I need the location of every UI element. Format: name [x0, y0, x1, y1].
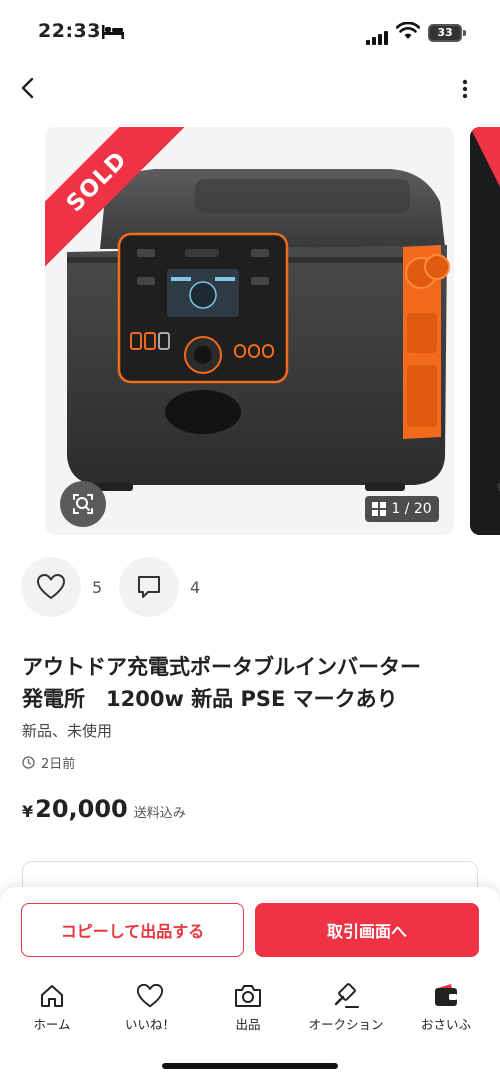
- copy-listing-button[interactable]: コピーして出品する: [21, 903, 244, 957]
- tab-sell[interactable]: 出品: [198, 982, 298, 1033]
- product-photo[interactable]: SOLD: [45, 127, 454, 535]
- photo-counter-text: 1 / 20: [391, 501, 432, 517]
- tab-likes[interactable]: いいね！: [100, 982, 200, 1033]
- like-button[interactable]: [21, 557, 81, 617]
- like-count: 5: [92, 578, 103, 597]
- next-photo-thumbnail: [470, 127, 500, 535]
- price-currency: ¥: [22, 802, 34, 821]
- more-options-button[interactable]: [456, 78, 474, 100]
- photo-counter[interactable]: 1 / 20: [365, 496, 439, 522]
- tab-wallet-label: おさいふ: [420, 1017, 471, 1032]
- camera-icon: [235, 985, 261, 1007]
- wallet-icon: [435, 984, 457, 1006]
- posted-time-text: 2日前: [41, 757, 76, 772]
- item-condition: 新品、未使用: [22, 722, 113, 740]
- comment-button[interactable]: [119, 557, 179, 617]
- go-to-transaction-button[interactable]: 取引画面へ: [255, 903, 479, 957]
- clock-icon: [22, 756, 35, 769]
- home-indicator: [162, 1063, 338, 1069]
- tab-sell-label: 出品: [235, 1017, 261, 1032]
- next-photo-preview[interactable]: [470, 127, 500, 535]
- item-detail-screen: 22:33 33 SOLD 1 / 20 5 4 アウトドア充電式ポータブルイン…: [0, 0, 500, 1080]
- status-time: 22:33: [38, 20, 101, 42]
- shipping-included: 送料込み: [133, 806, 186, 821]
- comment-icon: [138, 576, 160, 598]
- sleep-bed-icon: [102, 25, 124, 39]
- tab-likes-label: いいね！: [124, 1017, 175, 1032]
- gavel-icon: [334, 983, 359, 1008]
- tab-home[interactable]: ホーム: [2, 982, 102, 1033]
- wifi-icon: [396, 22, 420, 39]
- tab-home-label: ホーム: [33, 1017, 71, 1032]
- price-value: 20,000: [35, 795, 128, 823]
- image-search-icon: [73, 494, 93, 514]
- price: ¥ 20,000 送料込み: [22, 795, 186, 823]
- item-title: アウトドア充電式ポータブルインバーター 発電所 1200w 新品 PSE マーク…: [22, 651, 482, 715]
- heart-icon: [136, 983, 164, 1008]
- image-search-button[interactable]: [60, 481, 106, 527]
- cellular-signal-icon: [366, 26, 390, 45]
- tab-wallet[interactable]: おさいふ: [396, 982, 496, 1033]
- battery-tip: [463, 30, 466, 36]
- tab-auction[interactable]: オークション: [296, 982, 396, 1033]
- tab-auction-label: オークション: [308, 1017, 384, 1032]
- back-button[interactable]: [18, 76, 38, 100]
- comment-count: 4: [190, 578, 201, 597]
- home-icon: [41, 985, 63, 1007]
- battery-indicator: 33: [428, 24, 462, 42]
- posted-time: 2日前: [22, 753, 75, 772]
- item-title-line-1: アウトドア充電式ポータブルインバーター: [22, 655, 421, 679]
- item-title-line-2: 発電所 1200w 新品 PSE マークあり: [22, 687, 398, 711]
- grid-icon: [372, 502, 387, 516]
- heart-icon: [37, 574, 65, 599]
